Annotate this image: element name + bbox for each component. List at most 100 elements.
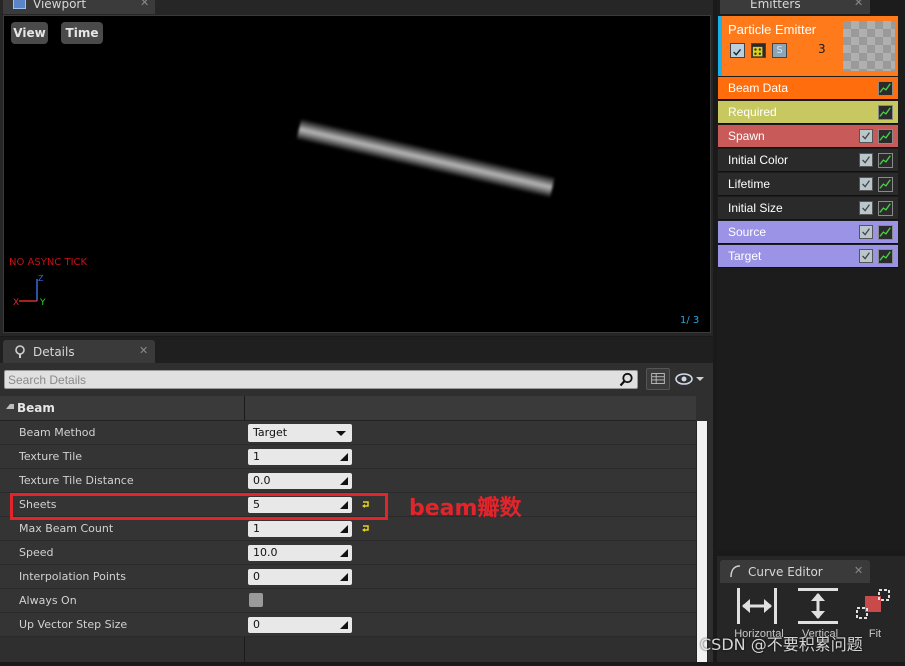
module-enable-checkbox[interactable] [859, 177, 873, 191]
chevron-down-icon [336, 431, 346, 436]
property-value-field[interactable]: 0 [248, 569, 352, 585]
curve-graph-icon[interactable] [878, 81, 893, 96]
collapse-triangle-icon[interactable] [6, 404, 14, 409]
axis-x-label: X [13, 298, 19, 307]
emitters-panel: Emitters ✕ Particle Emitter S 3 Beam Dat… [717, 0, 905, 550]
beam-particle-preview [296, 118, 555, 199]
property-label: Beam Method [19, 426, 96, 439]
property-value-field[interactable]: 1 [248, 449, 352, 465]
emitter-thumbnail [843, 21, 895, 71]
field-value: 0.0 [253, 474, 271, 487]
vertical-fit-icon [798, 588, 838, 624]
curve-graph-icon[interactable] [878, 129, 893, 144]
viewport-icon [13, 0, 26, 9]
module-row[interactable]: Lifetime [718, 173, 898, 196]
resize-grip-icon [340, 453, 348, 461]
property-label: Interpolation Points [19, 570, 126, 583]
module-enable-checkbox[interactable] [859, 225, 873, 239]
emitter-particle-count: 3 [818, 42, 826, 56]
reset-to-default-icon[interactable] [362, 524, 370, 533]
resize-grip-icon [340, 621, 348, 629]
property-value-field[interactable]: 1 [248, 521, 352, 537]
resize-grip-icon [340, 549, 348, 557]
time-button[interactable]: Time [61, 22, 103, 44]
emitter-enable-checkbox[interactable] [730, 43, 745, 58]
field-value: 1 [253, 450, 260, 463]
tab-viewport[interactable]: Viewport ✕ [3, 0, 155, 14]
module-row[interactable]: Initial Color [718, 149, 898, 172]
viewport-canvas[interactable]: View Time NO ASYNC TICK Z X Y 1/ 3 [3, 15, 711, 333]
property-value-field[interactable]: 10.0 [248, 545, 352, 561]
fit-icon [856, 589, 890, 619]
module-row[interactable]: Beam Data [718, 77, 898, 100]
curve-graph-icon[interactable] [878, 249, 893, 264]
tab-emitters[interactable]: Emitters ✕ [720, 0, 870, 14]
render-mode-icon[interactable] [751, 43, 766, 58]
property-value-field[interactable]: 0.0 [248, 473, 352, 489]
property-row: Up Vector Step Size 0 [0, 613, 696, 637]
property-matrix-button[interactable] [646, 368, 670, 390]
property-checkbox[interactable] [249, 593, 263, 607]
beam-method-dropdown[interactable]: Target [248, 424, 352, 442]
search-box[interactable] [4, 370, 638, 389]
scrollbar-thumb[interactable] [697, 421, 707, 662]
close-icon[interactable]: ✕ [140, 0, 149, 9]
module-row[interactable]: Initial Size [718, 197, 898, 220]
module-label: Initial Color [728, 153, 789, 167]
horizontal-fit-button[interactable]: Horizontal [734, 586, 784, 640]
module-enable-checkbox[interactable] [859, 129, 873, 143]
curve-graph-icon[interactable] [878, 177, 893, 192]
curve-icon [730, 565, 741, 578]
eye-icon[interactable] [674, 370, 708, 388]
vertical-fit-button[interactable]: Vertical [796, 586, 840, 640]
module-label: Target [728, 249, 762, 263]
property-label: Texture Tile Distance [19, 474, 134, 487]
close-icon[interactable]: ✕ [139, 344, 148, 357]
resize-grip-icon [340, 573, 348, 581]
field-value: 0 [253, 618, 260, 631]
property-label: Texture Tile [19, 450, 83, 463]
resize-grip-icon [340, 525, 348, 533]
resize-grip-icon [340, 477, 348, 485]
module-label: Required [728, 105, 777, 119]
module-enable-checkbox[interactable] [859, 249, 873, 263]
emitter-header[interactable]: Particle Emitter S 3 [718, 16, 898, 76]
property-row: Texture Tile Distance 0.0 [0, 469, 696, 493]
tab-curve-editor[interactable]: Curve Editor ✕ [720, 560, 870, 583]
property-row: Always On [0, 589, 696, 613]
module-label: Lifetime [728, 177, 771, 191]
property-row: Speed 10.0 [0, 541, 696, 565]
close-icon[interactable]: ✕ [854, 0, 863, 9]
search-icon[interactable] [619, 372, 634, 387]
view-button[interactable]: View [11, 22, 48, 44]
module-row[interactable]: Required [718, 101, 898, 124]
axis-gizmo-icon: Z X Y [13, 274, 46, 307]
dropdown-value: Target [253, 426, 288, 439]
watermark: CSDN @不要积累问题 [700, 635, 863, 654]
curve-graph-icon[interactable] [878, 201, 893, 216]
beam-section-header[interactable]: Beam [0, 396, 696, 421]
field-value: 1 [253, 522, 260, 535]
close-icon[interactable]: ✕ [854, 564, 863, 577]
property-row: Interpolation Points 0 [0, 565, 696, 589]
solo-button[interactable]: S [772, 43, 787, 58]
module-enable-checkbox[interactable] [859, 201, 873, 215]
search-input[interactable] [8, 372, 608, 388]
frame-counter: 1/ 3 [680, 315, 700, 326]
property-label: Always On [19, 594, 77, 607]
property-value-field[interactable]: 0 [248, 617, 352, 633]
horizontal-fit-icon [737, 588, 777, 624]
curve-graph-icon[interactable] [878, 153, 893, 168]
module-enable-checkbox[interactable] [859, 153, 873, 167]
module-label: Initial Size [728, 201, 783, 215]
curve-graph-icon[interactable] [878, 105, 893, 120]
fit-button[interactable]: Fit [851, 586, 895, 640]
curve-graph-icon[interactable] [878, 225, 893, 240]
module-row[interactable]: Target [718, 245, 898, 268]
module-row[interactable]: Spawn [718, 125, 898, 148]
tab-details[interactable]: Details ✕ [3, 340, 155, 363]
magnifier-icon [15, 345, 25, 358]
property-row: Max Beam Count 1 [0, 517, 696, 541]
module-row[interactable]: Source [718, 221, 898, 244]
emitters-tab-label: Emitters [750, 0, 801, 11]
